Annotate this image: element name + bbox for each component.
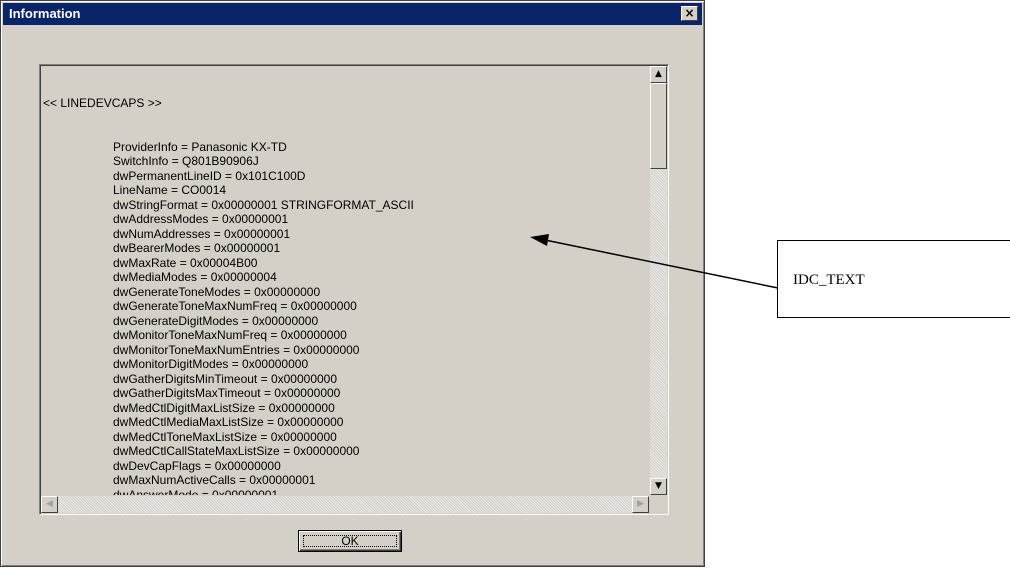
annotation-callout: IDC_TEXT bbox=[777, 240, 1010, 318]
annotation-arrow-line bbox=[544, 239, 779, 289]
annotation-arrow-head bbox=[530, 234, 549, 246]
annotation-label: IDC_TEXT bbox=[793, 272, 865, 288]
